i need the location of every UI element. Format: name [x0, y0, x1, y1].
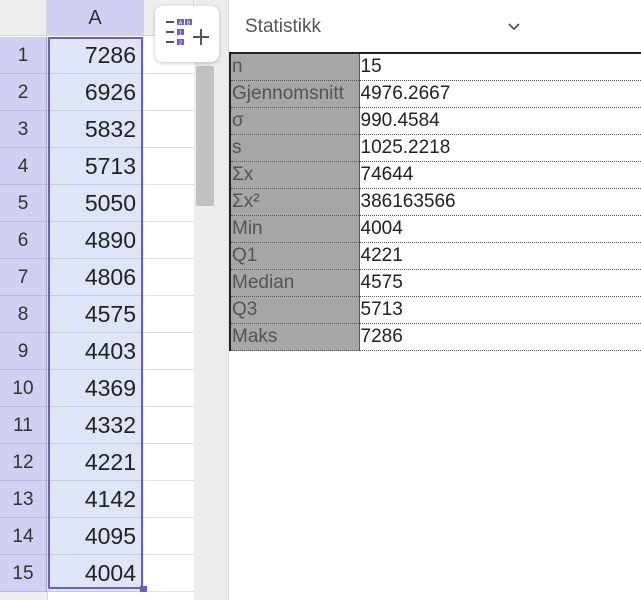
stat-row: s 1025.2218 [230, 134, 641, 162]
cell-b[interactable] [144, 222, 194, 259]
cell-b[interactable] [144, 148, 194, 185]
statistics-dropdown[interactable]: Statistikk [229, 0, 641, 52]
stat-value: 4575 [359, 269, 641, 297]
cell-b[interactable] [144, 111, 194, 148]
svg-text:2: 2 [179, 40, 182, 46]
stat-label: Σx² [230, 188, 360, 216]
row-header[interactable]: 5 [0, 185, 47, 222]
row-header[interactable]: 3 [0, 111, 47, 148]
row-header[interactable]: 9 [0, 333, 47, 370]
svg-text:1: 1 [179, 30, 182, 36]
stat-value: 1025.2218 [359, 134, 641, 162]
stat-row: Maks 7286 [230, 323, 641, 351]
stat-row: Gjennomsnitt 4976.2667 [230, 80, 641, 108]
cell-b[interactable] [144, 333, 194, 370]
next-row-partial [0, 592, 194, 600]
stat-row: Q3 5713 [230, 296, 641, 324]
row-header[interactable]: 11 [0, 407, 47, 444]
stat-row: Σx 74644 [230, 161, 641, 189]
stat-value: 15 [359, 53, 641, 81]
cell-a[interactable]: 5050 [47, 185, 144, 222]
stat-value: 4004 [359, 215, 641, 243]
cell-a[interactable]: 4369 [47, 370, 144, 407]
panel-divider[interactable] [216, 0, 228, 600]
cell-a[interactable]: 4142 [47, 481, 144, 518]
stat-label: Gjennomsnitt [230, 80, 360, 108]
spreadsheet: A 1 7286 2 6926 3 5832 4 5713 5 5050 6 4890 7 4806 8 45… [0, 0, 194, 600]
stat-value: 5713 [359, 296, 641, 324]
row-header[interactable]: 15 [0, 555, 47, 592]
table-tool-button[interactable]: A B 1 2 [155, 6, 219, 62]
cell-b[interactable] [144, 407, 194, 444]
cell-b[interactable] [144, 296, 194, 333]
stat-row: σ 990.4584 [230, 107, 641, 135]
stat-label: Min [230, 215, 360, 243]
stat-label: Q3 [230, 296, 360, 324]
stat-value: 7286 [359, 323, 641, 351]
cell-b[interactable] [144, 444, 194, 481]
stat-row: n 15 [230, 53, 641, 81]
stat-value: 990.4584 [359, 107, 641, 135]
statistics-table: n 15 Gjennomsnitt 4976.2667 σ 990.4584 s 1025.2… [229, 52, 641, 351]
stat-value: 4221 [359, 242, 641, 270]
stat-label: n [230, 53, 360, 81]
row-header[interactable]: 13 [0, 481, 47, 518]
cell-b[interactable] [144, 259, 194, 296]
stat-row: Σx² 386163566 [230, 188, 641, 216]
cell-a[interactable]: 4095 [47, 518, 144, 555]
statistics-panel: Statistikk n 15 Gjennomsnitt 4976.2667 σ 990.… [228, 0, 641, 600]
row-header[interactable]: 4 [0, 148, 47, 185]
row-header[interactable]: 8 [0, 296, 47, 333]
select-all-corner[interactable] [0, 0, 47, 36]
stat-label: Median [230, 269, 360, 297]
cell-a[interactable]: 4221 [47, 444, 144, 481]
cell-a[interactable]: 7286 [47, 37, 144, 74]
cell-b[interactable] [144, 74, 194, 111]
stat-label: Maks [230, 323, 360, 351]
row-header[interactable]: 12 [0, 444, 47, 481]
cell-a[interactable]: 4332 [47, 407, 144, 444]
stat-value: 386163566 [359, 188, 641, 216]
stat-row: Min 4004 [230, 215, 641, 243]
cell-b[interactable] [144, 518, 194, 555]
cell-a[interactable]: 4403 [47, 333, 144, 370]
stat-label: s [230, 134, 360, 162]
stat-row: Median 4575 [230, 269, 641, 297]
cell-b[interactable] [144, 370, 194, 407]
row-header[interactable]: 7 [0, 259, 47, 296]
cell-b[interactable] [144, 555, 194, 592]
table-tool-icon: A B 1 2 [166, 19, 209, 46]
cell-a[interactable]: 5832 [47, 111, 144, 148]
sheet-scrollbar-thumb[interactable] [196, 66, 214, 206]
row-header[interactable]: 2 [0, 74, 47, 111]
chevron-down-icon[interactable] [507, 20, 521, 34]
cell-a[interactable]: 4890 [47, 222, 144, 259]
stat-label: Σx [230, 161, 360, 189]
row-header[interactable]: 1 [0, 37, 47, 74]
stat-label: Q1 [230, 242, 360, 270]
panel-title: Statistikk [245, 16, 322, 37]
cell-b[interactable] [144, 481, 194, 518]
stat-value: 74644 [359, 161, 641, 189]
cell-a[interactable]: 4806 [47, 259, 144, 296]
stat-row: Q1 4221 [230, 242, 641, 270]
cell-a[interactable]: 6926 [47, 74, 144, 111]
cell-a[interactable]: 5713 [47, 148, 144, 185]
cell-b[interactable] [144, 185, 194, 222]
row-header[interactable]: 10 [0, 370, 47, 407]
cell-a[interactable]: 4575 [47, 296, 144, 333]
stat-value: 4976.2667 [359, 80, 641, 108]
row-header[interactable]: 6 [0, 222, 47, 259]
cell-a[interactable]: 4004 [47, 555, 144, 592]
stat-label: σ [230, 107, 360, 135]
column-header-a[interactable]: A [47, 0, 144, 36]
row-header[interactable]: 14 [0, 518, 47, 555]
